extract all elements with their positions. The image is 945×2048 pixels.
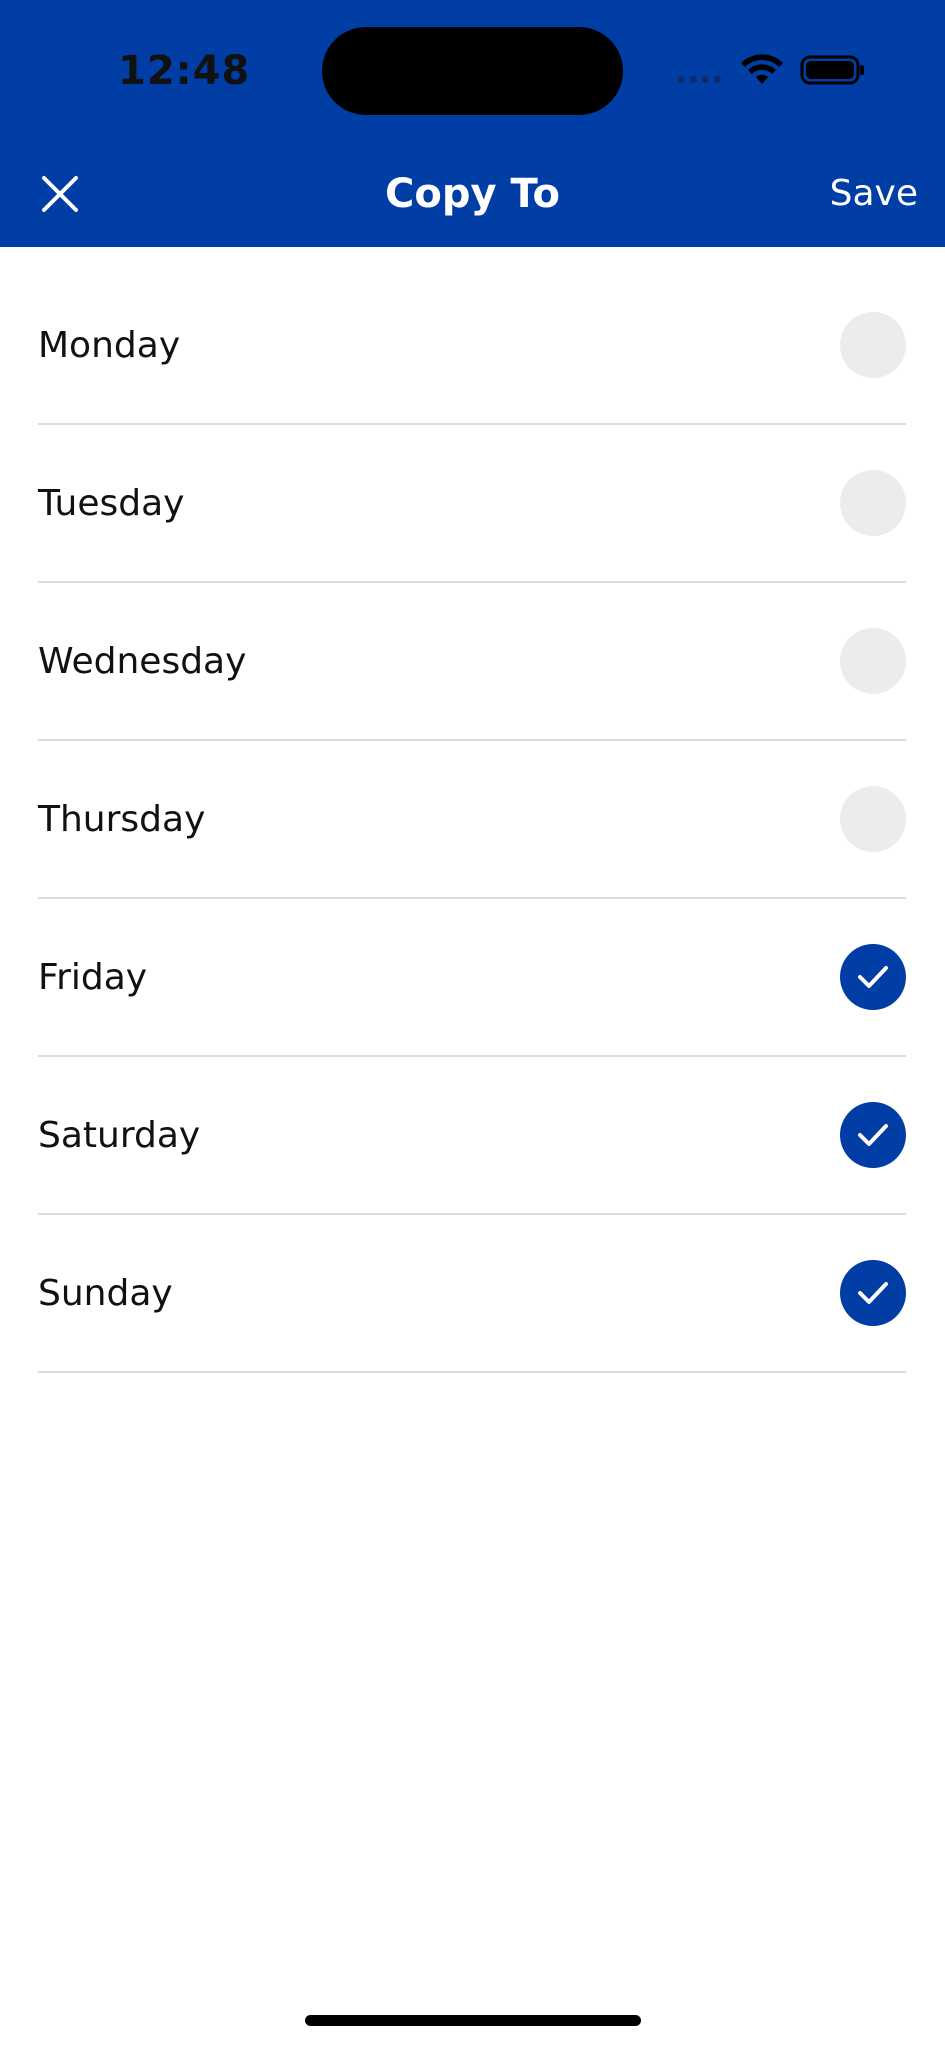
header-bar: 12:48 Copy To Save: [0, 0, 945, 247]
day-row-wednesday[interactable]: Wednesday: [38, 583, 906, 741]
checkbox-friday[interactable]: [840, 944, 906, 1010]
day-label: Wednesday: [38, 640, 247, 682]
day-label: Sunday: [38, 1272, 173, 1314]
checkmark-icon: [858, 1124, 888, 1146]
dynamic-island: [322, 27, 623, 115]
day-label: Tuesday: [38, 482, 185, 524]
day-label: Monday: [38, 324, 181, 366]
close-icon: [42, 176, 78, 212]
battery-icon: [800, 55, 864, 85]
wifi-icon: [741, 54, 783, 84]
day-label: Thursday: [38, 798, 206, 840]
day-list: Monday Tuesday Wednesday Thursday Friday…: [38, 267, 906, 1373]
page-title: Copy To: [385, 171, 560, 217]
checkbox-tuesday[interactable]: [840, 470, 906, 536]
cellular-signal-icon: [678, 76, 721, 83]
day-label: Saturday: [38, 1114, 201, 1156]
checkmark-icon: [858, 1282, 888, 1304]
day-row-tuesday[interactable]: Tuesday: [38, 425, 906, 583]
checkbox-sunday[interactable]: [840, 1260, 906, 1326]
day-label: Friday: [38, 956, 148, 998]
checkbox-thursday[interactable]: [840, 786, 906, 852]
checkbox-saturday[interactable]: [840, 1102, 906, 1168]
day-row-thursday[interactable]: Thursday: [38, 741, 906, 899]
home-indicator[interactable]: [305, 2015, 641, 2026]
day-row-monday[interactable]: Monday: [38, 267, 906, 425]
day-row-sunday[interactable]: Sunday: [38, 1215, 906, 1373]
day-row-saturday[interactable]: Saturday: [38, 1057, 906, 1215]
day-row-friday[interactable]: Friday: [38, 899, 906, 1057]
close-button[interactable]: [32, 166, 88, 222]
checkbox-monday[interactable]: [840, 312, 906, 378]
save-button[interactable]: Save: [830, 166, 918, 222]
status-time: 12:48: [118, 48, 251, 94]
checkmark-icon: [858, 966, 888, 988]
checkbox-wednesday[interactable]: [840, 628, 906, 694]
